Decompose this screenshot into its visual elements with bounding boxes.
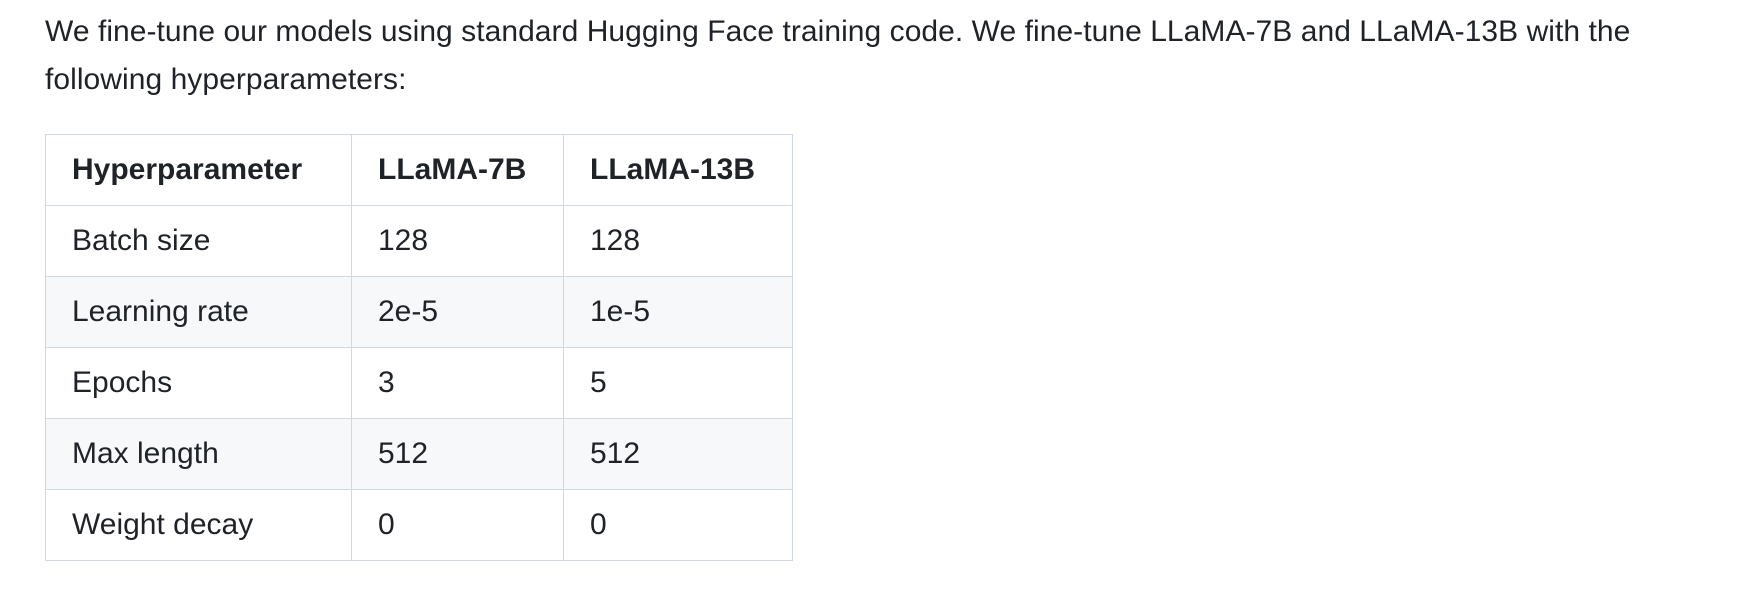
- hyperparameter-table: Hyperparameter LLaMA-7B LLaMA-13B Batch …: [45, 134, 793, 561]
- markdown-body: We fine-tune our models using standard H…: [45, 8, 1725, 104]
- cell-hyperparameter: Epochs: [45, 347, 352, 419]
- cell-llama-7b: 512: [351, 418, 564, 490]
- table-row: Batch size 128 128: [45, 205, 793, 277]
- table-header-row: Hyperparameter LLaMA-7B LLaMA-13B: [45, 134, 793, 206]
- cell-llama-13b: 0: [563, 489, 793, 561]
- cell-hyperparameter: Batch size: [45, 205, 352, 277]
- cell-llama-7b: 0: [351, 489, 564, 561]
- header-hyperparameter: Hyperparameter: [45, 134, 352, 206]
- cell-llama-7b: 3: [351, 347, 564, 419]
- table-row: Max length 512 512: [45, 418, 793, 490]
- table-row: Weight decay 0 0: [45, 489, 793, 561]
- header-llama-7b: LLaMA-7B: [351, 134, 564, 206]
- table-body: Batch size 128 128 Learning rate 2e-5 1e…: [45, 205, 793, 561]
- cell-llama-7b: 128: [351, 205, 564, 277]
- cell-llama-7b: 2e-5: [351, 276, 564, 348]
- table-header: Hyperparameter LLaMA-7B LLaMA-13B: [45, 134, 793, 206]
- cell-hyperparameter: Weight decay: [45, 489, 352, 561]
- cell-hyperparameter: Max length: [45, 418, 352, 490]
- header-llama-13b: LLaMA-13B: [563, 134, 793, 206]
- table-row: Learning rate 2e-5 1e-5: [45, 276, 793, 348]
- cell-llama-13b: 1e-5: [563, 276, 793, 348]
- cell-llama-13b: 128: [563, 205, 793, 277]
- cell-llama-13b: 5: [563, 347, 793, 419]
- cell-llama-13b: 512: [563, 418, 793, 490]
- intro-paragraph: We fine-tune our models using standard H…: [45, 15, 1631, 96]
- cell-hyperparameter: Learning rate: [45, 276, 352, 348]
- table-row: Epochs 3 5: [45, 347, 793, 419]
